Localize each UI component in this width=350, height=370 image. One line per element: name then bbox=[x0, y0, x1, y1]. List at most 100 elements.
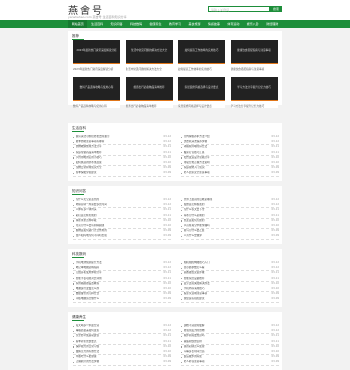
article-title[interactable]: 衣物收纳整理方法分享 bbox=[76, 145, 146, 149]
article-title[interactable]: 世界上最高的山峰是哪座 bbox=[184, 198, 254, 202]
article-row[interactable]: 为什么冬天会下雪 03-11 bbox=[181, 208, 279, 212]
featured-caption[interactable]: 旅游出行必备物品清单推荐 bbox=[126, 104, 173, 108]
category-title[interactable]: 知识问答 bbox=[72, 189, 86, 195]
thumbnail-image[interactable]: 家居装修风格选择与设计要点 bbox=[178, 77, 225, 101]
article-title[interactable]: 早餐吃什么更健康 bbox=[76, 355, 146, 359]
featured-card[interactable]: 2023年最新热门资讯深度解读分析 2023年最新热门资讯深度解读分析 bbox=[73, 40, 120, 71]
article-row[interactable]: 候鸟为什么要迁徙 03-09 bbox=[181, 229, 279, 233]
thumbnail-image[interactable]: 健康饮食搭配指南与注意事项 bbox=[230, 40, 278, 64]
article-title[interactable]: 智能家居设备推荐 bbox=[184, 277, 254, 281]
article-row[interactable]: 保护视力的日常习惯 03-10 bbox=[73, 345, 171, 349]
category-title[interactable]: 科技数码 bbox=[72, 252, 86, 258]
article-title[interactable]: 冬季保暖穿搭建议 bbox=[76, 171, 146, 175]
article-row[interactable]: 颈椎不适如何缓解 03-12 bbox=[181, 324, 279, 328]
article-title[interactable]: 如何挑选新鲜水果蔬菜 bbox=[76, 161, 146, 165]
article-row[interactable]: 感冒初期怎么处理 03-10 bbox=[181, 345, 279, 349]
category-title[interactable]: 生活百科 bbox=[72, 126, 86, 132]
article-row[interactable]: 节约用电的实用小技巧 03-10 bbox=[73, 156, 171, 160]
article-row[interactable]: 鱼在水里怎样呼吸 03-10 bbox=[73, 219, 171, 223]
article-row[interactable]: 恐龙是如何灭绝的 03-10 bbox=[181, 219, 279, 223]
article-row[interactable]: 数据备份的几种方式 03-09 bbox=[73, 292, 171, 296]
article-row[interactable]: 植物是如何进行光合作用的 03-09 bbox=[73, 229, 171, 233]
featured-caption[interactable]: 学习方法分享提升记忆力技巧 bbox=[231, 104, 278, 108]
article-row[interactable]: 世界上最高的山峰是哪座 03-12 bbox=[181, 198, 279, 202]
article-title[interactable]: 键盘鼠标搭配建议 bbox=[184, 297, 254, 301]
article-title[interactable]: 午睡多长时间合适 bbox=[184, 350, 254, 354]
article-title[interactable]: 手机电池续航提升方法 bbox=[76, 261, 146, 265]
article-row[interactable]: 为什么天空是蓝色的 03-12 bbox=[73, 198, 171, 202]
article-row[interactable]: 平板电脑适合做什么 03-09 bbox=[73, 297, 171, 303]
search-button[interactable]: 搜索 bbox=[270, 6, 282, 12]
nav-item[interactable]: 情感故事 bbox=[204, 20, 223, 28]
featured-card[interactable]: 健康饮食搭配指南与注意事项 健康饮食搭配指南与注意事项 bbox=[230, 40, 278, 71]
article-row[interactable]: 冰箱除异味的好方法 03-11 bbox=[181, 145, 279, 149]
article-title[interactable]: 无线耳机使用体验分享 bbox=[76, 271, 146, 275]
nav-item[interactable]: 科技数码 bbox=[126, 20, 145, 28]
featured-caption[interactable]: 健康饮食搭配指南与注意事项 bbox=[231, 67, 278, 71]
article-title[interactable]: 电脑运行变慢怎么办 bbox=[76, 287, 146, 291]
article-row[interactable]: 饭后散步的好处 03-09 bbox=[181, 355, 279, 359]
article-title[interactable]: 老人补钙注意事项 bbox=[184, 360, 254, 364]
article-row[interactable]: 久坐办公族运动建议 03-11 bbox=[73, 334, 171, 338]
article-title[interactable]: 彩虹是怎样形成的 bbox=[76, 214, 146, 218]
article-title[interactable]: 雷声和闪电为何不同时出现 bbox=[76, 234, 146, 238]
article-title[interactable]: 跑步前需要热身吗 bbox=[184, 334, 254, 338]
nav-item[interactable]: 娱乐八卦 bbox=[243, 20, 262, 28]
article-title[interactable]: 缓解压力的有效方法 bbox=[76, 350, 146, 354]
article-title[interactable]: 为什么冬天会下雪 bbox=[184, 208, 254, 212]
featured-caption[interactable]: 如何提高工作效率的实用技巧 bbox=[178, 67, 225, 71]
article-title[interactable]: 睡眠质量差如何改善 bbox=[76, 329, 146, 333]
article-title[interactable]: 垃圾分类正确方法说明 bbox=[184, 161, 254, 165]
article-title[interactable]: 蓝牙连接失败解决办法 bbox=[184, 282, 254, 286]
thumbnail-image[interactable]: 旅游出行必备物品清单推荐 bbox=[125, 77, 173, 101]
article-title[interactable]: 春季养生饮食要点 bbox=[76, 340, 146, 344]
article-title[interactable]: 智能手表功能对比评测 bbox=[76, 277, 146, 281]
article-title[interactable]: 相机拍照构图技巧入门 bbox=[184, 261, 254, 265]
article-row[interactable]: 跑步前需要热身吗 03-11 bbox=[181, 334, 279, 338]
article-row[interactable]: 雷声和闪电为何不同时出现 03-09 bbox=[73, 234, 171, 240]
article-title[interactable]: 投影仪选购注意事项 bbox=[184, 292, 254, 296]
article-row[interactable]: 相机拍照构图技巧入门 03-12 bbox=[181, 261, 279, 265]
category-title[interactable]: 健康养生 bbox=[72, 315, 86, 321]
article-row[interactable]: 老人补钙注意事项 03-09 bbox=[181, 360, 279, 366]
thumbnail-image[interactable]: 数码产品选购攻略与使用心得 bbox=[73, 77, 120, 101]
article-title[interactable]: 鱼在水里怎样呼吸 bbox=[76, 219, 146, 223]
article-title[interactable]: 候鸟为什么要迁徙 bbox=[184, 229, 254, 233]
article-title[interactable]: 每天喝多少水最合适 bbox=[76, 324, 146, 328]
article-row[interactable]: 键盘鼠标搭配建议 03-09 bbox=[181, 297, 279, 303]
article-row[interactable]: 冬季保暖穿搭建议 03-09 bbox=[73, 171, 171, 177]
article-title[interactable]: 感冒初期怎么处理 bbox=[184, 345, 254, 349]
featured-caption[interactable]: 生活中常见问题的解决方法大全 bbox=[126, 67, 173, 71]
article-row[interactable]: 每天喝多少水最合适 03-12 bbox=[73, 324, 171, 328]
featured-card[interactable]: 如何提高工作效率的实用技巧 如何提高工作效率的实用技巧 bbox=[178, 40, 225, 71]
featured-card[interactable]: 家居装修风格选择与设计要点 家居装修风格选择与设计要点 bbox=[178, 77, 225, 108]
thumbnail-image[interactable]: 生活中常见问题的解决方法大全 bbox=[125, 40, 173, 64]
search-input[interactable]: 请输入关键词 bbox=[208, 6, 270, 12]
article-title[interactable]: 厨房清洁小妙招轻松去除油污 bbox=[76, 135, 146, 139]
article-title[interactable]: 宠物日常护理知识大全 bbox=[76, 166, 146, 170]
article-title[interactable]: 减脂期饮食安排 bbox=[184, 340, 254, 344]
article-row[interactable]: 家用路由器设置教程 03-10 bbox=[73, 282, 171, 286]
article-row[interactable]: 正确刷牙的方法步骤 03-09 bbox=[73, 360, 171, 366]
article-title[interactable]: 蜜蜂是怎样酿蜜的 bbox=[184, 203, 254, 207]
article-title[interactable]: 老人居家安全注意事项 bbox=[184, 171, 254, 175]
article-title[interactable]: 久坐办公族运动建议 bbox=[76, 334, 146, 338]
article-title[interactable]: 保护视力的日常习惯 bbox=[76, 345, 146, 349]
article-title[interactable]: 冰箱除异味的好方法 bbox=[184, 145, 254, 149]
article-row[interactable]: 手机电池续航提升方法 03-12 bbox=[73, 261, 171, 265]
nav-item[interactable]: 财经理财 bbox=[263, 20, 282, 28]
featured-card[interactable]: 旅游出行必备物品清单推荐 旅游出行必备物品清单推荐 bbox=[125, 77, 173, 108]
article-row[interactable]: 阳台改造设计思路分享 03-10 bbox=[181, 156, 279, 160]
thumbnail-image[interactable]: 学习方法分享提升记忆力技巧 bbox=[230, 77, 278, 101]
article-title[interactable]: 人体有多少块骨头 bbox=[76, 208, 146, 212]
article-row[interactable]: 蓝牙连接失败解决办法 03-10 bbox=[181, 282, 279, 286]
featured-caption[interactable]: 数码产品选购攻略与使用心得 bbox=[73, 104, 120, 108]
article-title[interactable]: 洗衣机清洗保养步骤 bbox=[184, 140, 254, 144]
article-row[interactable]: 人体有多少块骨头 03-11 bbox=[73, 208, 171, 212]
article-title[interactable]: 植物是如何进行光合作用的 bbox=[76, 229, 146, 233]
article-row[interactable]: 固态硬盘安装步骤 03-11 bbox=[181, 271, 279, 275]
thumbnail-image[interactable]: 如何提高工作效率的实用技巧 bbox=[178, 40, 225, 64]
article-title[interactable]: 阳台改造设计思路分享 bbox=[184, 156, 254, 160]
article-title[interactable]: 节约用电的实用小技巧 bbox=[76, 156, 146, 160]
article-row[interactable]: 衣物收纳整理方法分享 03-11 bbox=[73, 145, 171, 149]
